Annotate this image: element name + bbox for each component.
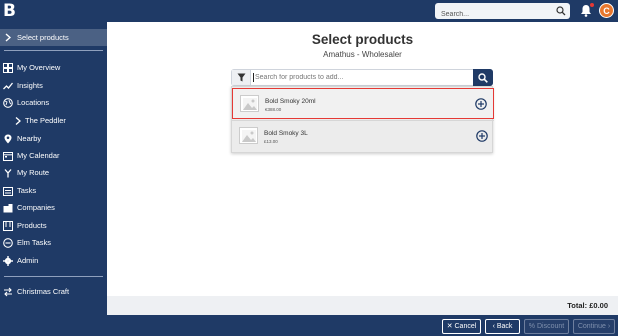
action-bar: ✕ Cancel ‹ Back % Discount Continue › [0, 315, 618, 336]
sidebar-item-my-route[interactable]: My Route [0, 165, 107, 181]
sidebar-item-my-calendar[interactable]: My Calendar [0, 148, 107, 164]
product-price: £13.00 [264, 139, 278, 144]
sidebar-item-my-overview[interactable]: My Overview [0, 60, 107, 76]
sidebar-item-admin[interactable]: Admin [0, 253, 107, 269]
chevron-right-icon [15, 117, 21, 125]
companies-icon [3, 204, 13, 213]
product-search-input[interactable] [255, 71, 470, 84]
product-price: €388.00 [265, 107, 282, 112]
sidebar-item-label: Christmas Craft [17, 287, 70, 296]
filter-button[interactable] [232, 70, 251, 85]
product-name: Bold Smoky 3L [264, 130, 308, 137]
discount-button[interactable]: % Discount [524, 319, 569, 334]
sidebar-item-label: My Overview [17, 63, 61, 72]
back-label: Back [496, 323, 513, 330]
product-row[interactable]: Bold Smoky 3L £13.00 [232, 121, 494, 152]
product-thumbnail [240, 95, 259, 112]
top-bar: B C [0, 0, 618, 23]
continue-button[interactable]: Continue › [573, 319, 615, 334]
insights-icon [3, 82, 13, 90]
global-search[interactable] [435, 3, 570, 23]
pin-icon [4, 134, 12, 144]
close-icon: ✕ [446, 323, 455, 330]
calendar-icon [3, 152, 13, 161]
sidebar-item-label: My Route [17, 168, 50, 177]
sidebar-item-label: Insights [17, 81, 43, 90]
sidebar-item-select-products[interactable]: Select products [0, 29, 107, 46]
image-placeholder-icon [243, 98, 257, 110]
locations-icon [3, 98, 13, 108]
product-results-list: Bold Smoky 20ml €388.00 Bold Smoky 3L £1… [231, 86, 494, 153]
route-icon [4, 169, 12, 178]
tasks-icon [3, 187, 13, 196]
sidebar-item-label: The Peddler [25, 116, 66, 125]
percent-icon: % [528, 323, 537, 330]
switch-account-christmas-craft[interactable]: Christmas Craft [0, 284, 107, 300]
sidebar-item-label: Nearby [17, 134, 42, 143]
product-name: Bold Smoky 20ml [265, 98, 316, 105]
products-icon [3, 221, 13, 231]
discount-label: Discount [536, 323, 565, 330]
sidebar-item-label: Locations [17, 98, 50, 107]
divider [4, 50, 103, 51]
product-thumbnail [239, 127, 258, 144]
sidebar: Select products My Overview Insights Loc… [0, 22, 107, 336]
text-cursor [253, 73, 254, 82]
app-logo[interactable]: B [3, 1, 16, 21]
page-subtitle: Amathus - Wholesaler [323, 50, 402, 59]
sidebar-item-label: Tasks [17, 186, 37, 195]
search-icon[interactable] [556, 6, 566, 16]
sidebar-item-locations[interactable]: Locations [0, 95, 107, 111]
sidebar-item-insights[interactable]: Insights [0, 78, 107, 94]
order-total: Total: £0.00 [567, 301, 608, 310]
sidebar-item-label: My Calendar [17, 151, 60, 160]
gear-icon [3, 256, 13, 266]
product-search-bar [231, 69, 493, 86]
sidebar-item-nearby[interactable]: Nearby [0, 131, 107, 147]
sidebar-item-label: Companies [17, 203, 55, 212]
search-icon [478, 73, 488, 83]
sidebar-item-label: Elm Tasks [17, 238, 52, 247]
image-placeholder-icon [242, 130, 256, 142]
avatar[interactable]: C [599, 3, 614, 18]
sidebar-item-products[interactable]: Products [0, 218, 107, 234]
product-search-button[interactable] [473, 69, 493, 86]
global-search-input[interactable] [435, 6, 550, 23]
switch-icon [4, 287, 12, 297]
sidebar-item-companies[interactable]: Companies [0, 200, 107, 216]
sidebar-item-elm-tasks[interactable]: Elm Tasks [0, 235, 107, 251]
cancel-button[interactable]: ✕ Cancel [442, 319, 481, 334]
chevron-right-icon [5, 33, 11, 42]
sidebar-item-the-peddler[interactable]: The Peddler [0, 113, 107, 129]
product-row[interactable]: Bold Smoky 20ml €388.00 [232, 88, 494, 119]
back-button[interactable]: ‹ Back [485, 319, 520, 334]
notification-dot [590, 3, 594, 7]
continue-label: Continue [577, 323, 606, 330]
add-product-icon[interactable] [476, 130, 488, 142]
sidebar-item-label: Select products [17, 33, 69, 42]
overview-icon [3, 63, 13, 73]
divider [4, 276, 103, 277]
sidebar-item-label: Admin [17, 256, 39, 265]
elm-tasks-icon [3, 238, 13, 248]
chevron-right-icon: › [605, 323, 611, 330]
cancel-label: Cancel [454, 323, 477, 330]
add-product-icon[interactable] [475, 98, 487, 110]
main-panel: Select products Amathus - Wholesaler Bol… [107, 22, 618, 315]
page-title: Select products [311, 32, 414, 47]
total-bar: Total: £0.00 [107, 296, 618, 315]
sidebar-item-label: Products [17, 221, 47, 230]
filter-icon [237, 73, 246, 82]
sidebar-item-tasks[interactable]: Tasks [0, 183, 107, 199]
